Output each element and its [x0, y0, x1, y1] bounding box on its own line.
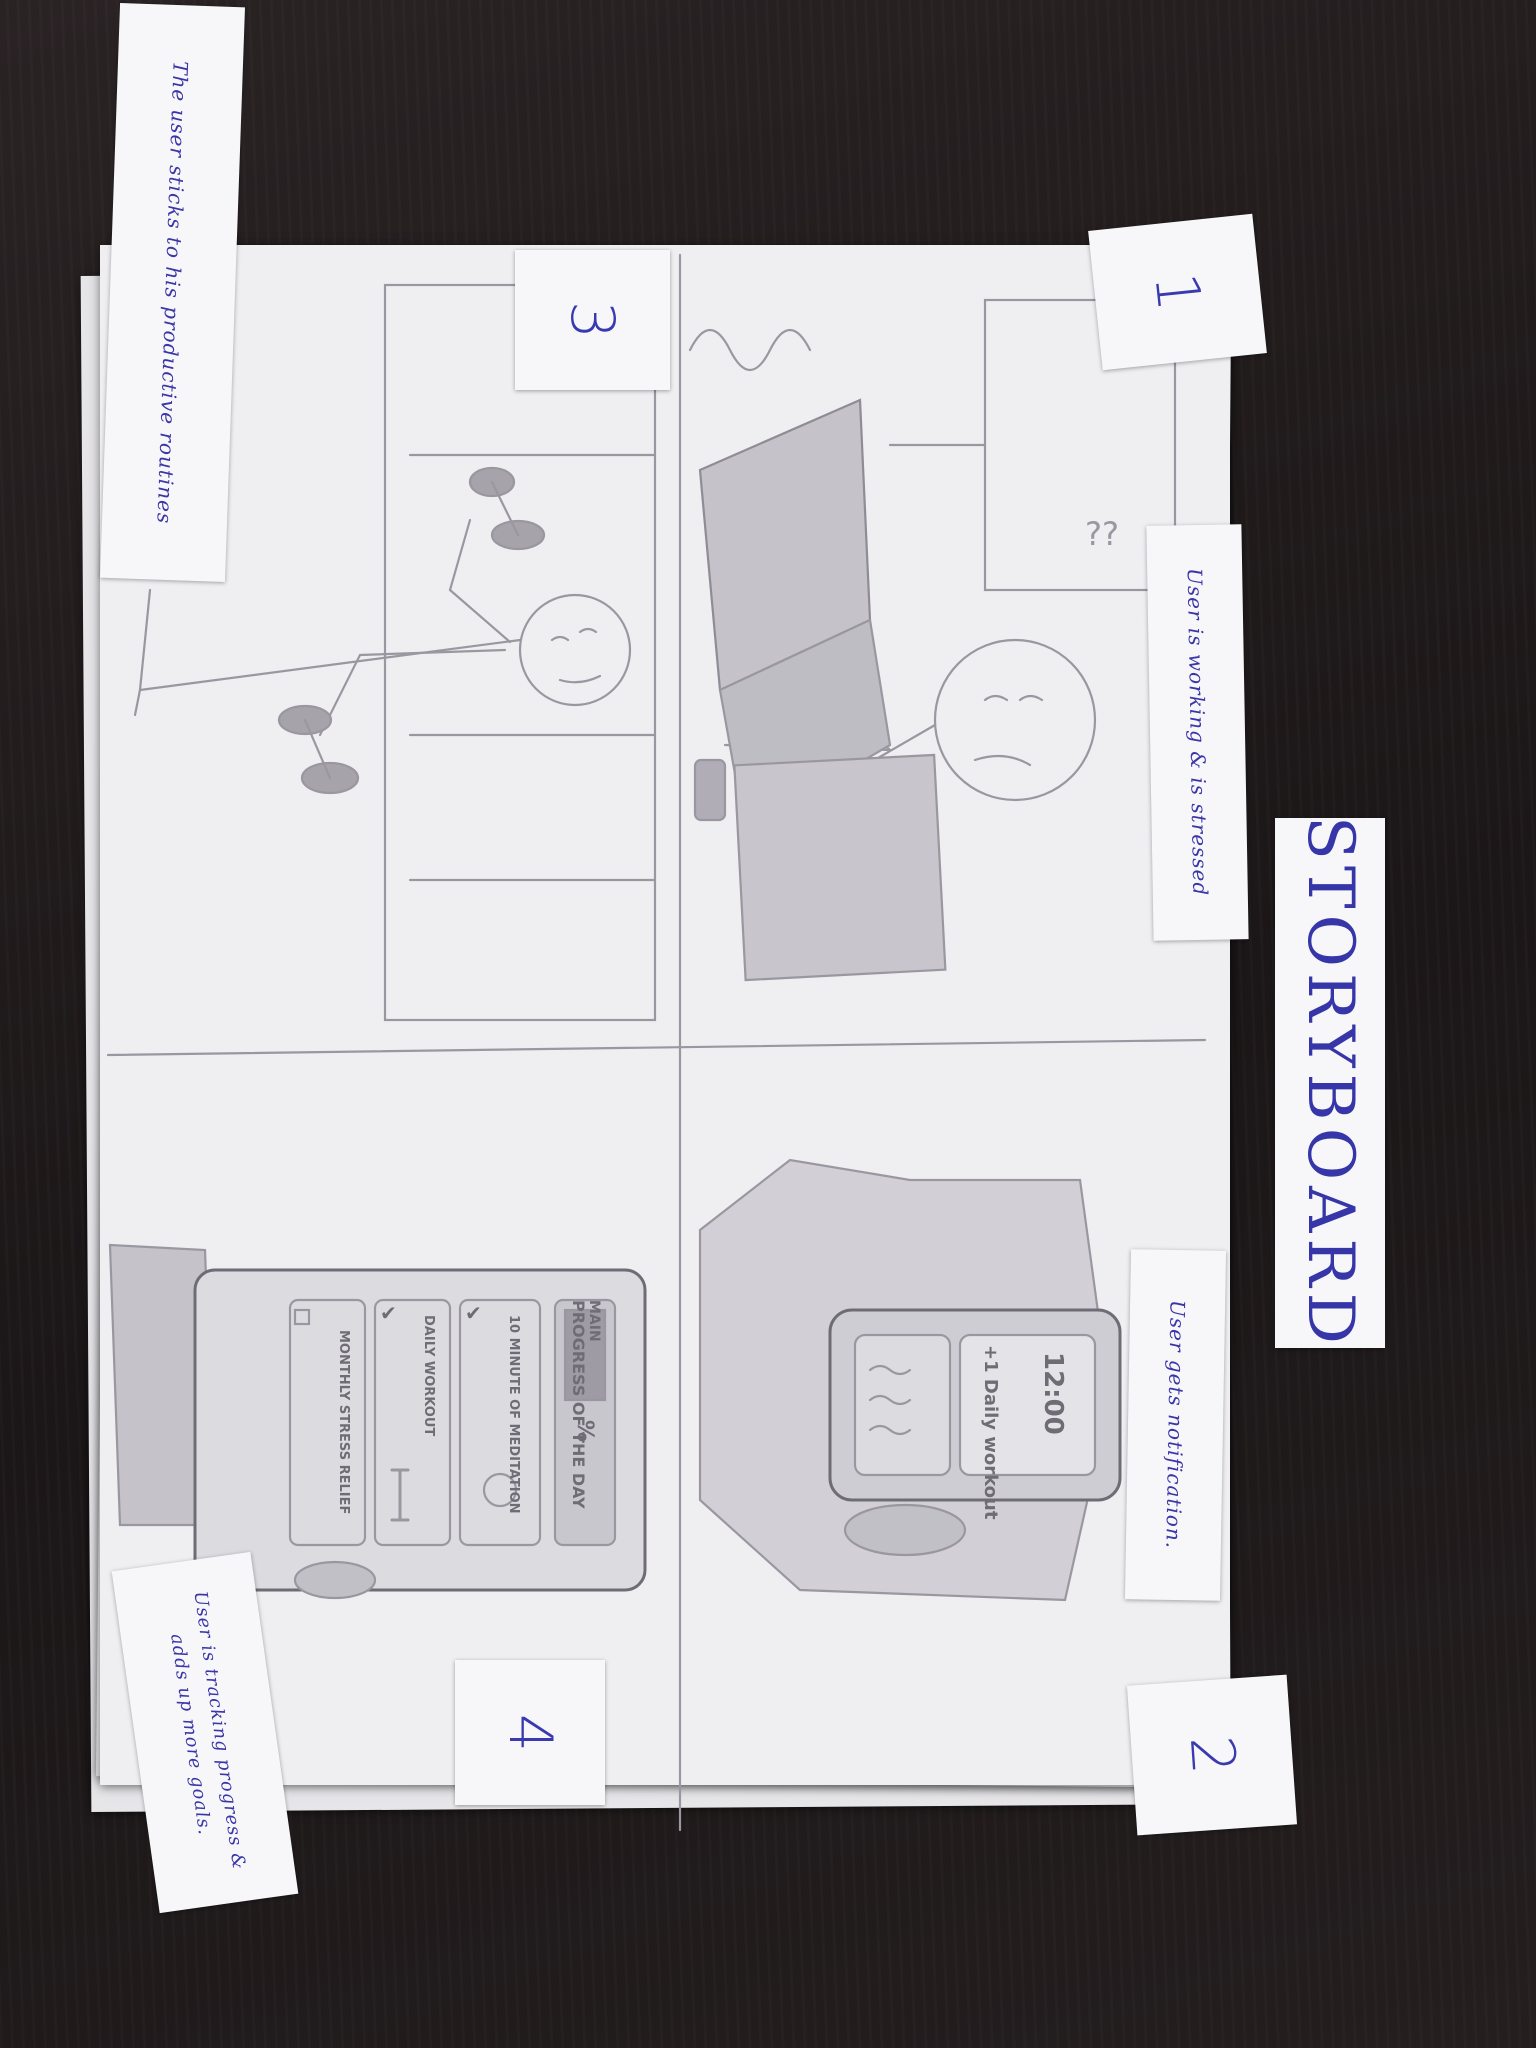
stick-figure-body [138, 638, 522, 692]
checkmark-icon: ✔ [380, 1301, 397, 1325]
storyboard-title: STORYBOARD [1293, 816, 1367, 1350]
progress-label: % [572, 1420, 597, 1442]
panel-1-caption: User is working & is stressed [1182, 568, 1213, 897]
panel-number-1: 1 [1140, 269, 1215, 315]
caption-note-panel-2: User gets notification. [1124, 1249, 1227, 1601]
hand [843, 1503, 967, 1557]
caption-note-panel-3: The user sticks to his productive routin… [100, 2, 245, 583]
panel-divider-horizontal [106, 1038, 1207, 1057]
hand [293, 1560, 377, 1600]
desk-papers [733, 753, 947, 982]
panel-number-2: 2 [1175, 1733, 1249, 1777]
panel-number-note-4: 4 [455, 1660, 605, 1805]
phone-on-desk [693, 758, 727, 822]
storyboard-title-note: STORYBOARD [1275, 816, 1385, 1350]
panel-number-note-3: 3 [515, 250, 670, 390]
svg-text:??: ?? [1085, 515, 1119, 553]
goal-label: 10 MINUTE OF MEDITATION [506, 1315, 521, 1514]
panel-number-3: 3 [557, 300, 628, 340]
checkmark-icon: ✔ [465, 1301, 482, 1325]
app-header: PROGRESS OF THE DAY [569, 1300, 588, 1509]
goal-label: DAILY WORKOUT [421, 1315, 436, 1436]
goal-label: MONTHLY STRESS RELIEF [336, 1330, 351, 1514]
panel-number-note-2: 2 [1126, 1674, 1298, 1836]
panel-number-note-1: 1 [1088, 213, 1267, 371]
panel-3-caption: The user sticks to his productive routin… [152, 60, 193, 525]
notification-time: 12:00 [1038, 1352, 1068, 1435]
panel-number-4: 4 [495, 1713, 565, 1752]
stick-figure-head [518, 593, 632, 707]
panel-2-caption: User gets notification. [1161, 1300, 1190, 1550]
notification-message: +1 Daily workout [980, 1345, 1001, 1520]
caption-note-panel-1: User is working & is stressed [1146, 524, 1249, 941]
stick-figure-head [933, 638, 1097, 802]
